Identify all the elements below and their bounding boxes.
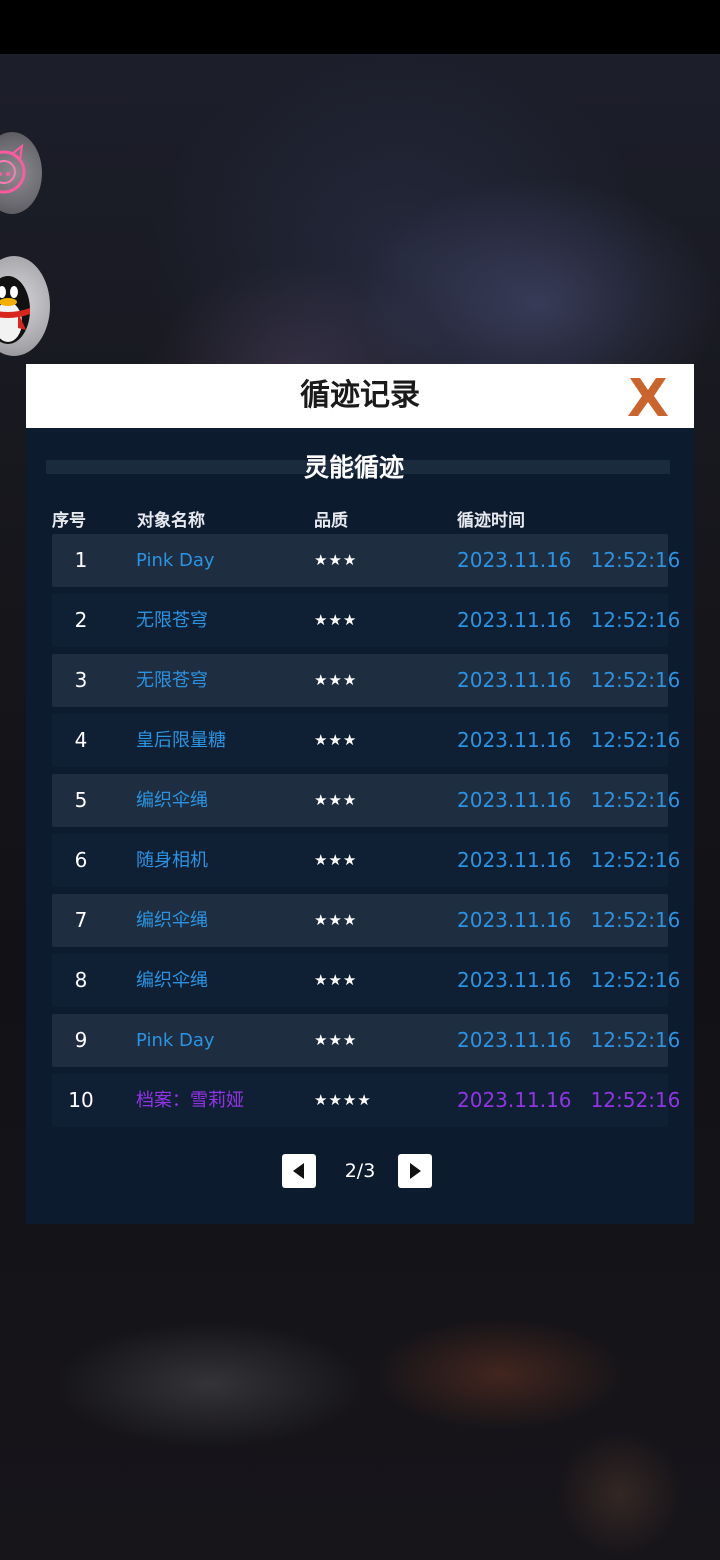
next-page-button[interactable] <box>398 1154 432 1188</box>
page-indicator: 2/3 <box>344 1160 376 1182</box>
column-header-time: 循迹时间 <box>457 511 525 531</box>
row-trace-time: 2023.11.16 12:52:16 <box>457 1088 681 1112</box>
row-trace-time: 2023.11.16 12:52:16 <box>457 848 681 872</box>
pig-avatar-icon[interactable] <box>0 132 42 214</box>
close-icon <box>628 378 668 416</box>
table-row: 3 无限苍穹 ★★★ 2023.11.16 12:52:16 <box>52 654 680 707</box>
column-header-name: 对象名称 <box>137 511 205 531</box>
row-trace-time: 2023.11.16 12:52:16 <box>457 728 681 752</box>
table-row: 10 档案：雪莉娅 ★★★★ 2023.11.16 12:52:16 <box>52 1074 680 1127</box>
row-index: 10 <box>68 1088 94 1112</box>
table-row: 8 编织伞绳 ★★★ 2023.11.16 12:52:16 <box>52 954 680 1007</box>
row-item-name: 无限苍穹 <box>136 610 208 631</box>
prev-page-button[interactable] <box>282 1154 316 1188</box>
triangle-left-icon <box>293 1163 304 1179</box>
row-item-name: 编织伞绳 <box>136 910 208 931</box>
table-row: 7 编织伞绳 ★★★ 2023.11.16 12:52:16 <box>52 894 680 947</box>
row-trace-time: 2023.11.16 12:52:16 <box>457 968 681 992</box>
row-index: 3 <box>74 668 88 692</box>
row-index: 1 <box>74 548 88 572</box>
row-quality-stars: ★★★ <box>314 791 358 809</box>
table-row: 5 编织伞绳 ★★★ 2023.11.16 12:52:16 <box>52 774 680 827</box>
row-item-name: 编织伞绳 <box>136 970 208 991</box>
row-item-name: 档案：雪莉娅 <box>136 1090 244 1111</box>
row-quality-stars: ★★★ <box>314 731 358 749</box>
row-quality-stars: ★★★ <box>314 971 358 989</box>
row-index: 2 <box>74 608 88 632</box>
dialog-title: 循迹记录 <box>300 378 420 413</box>
table-row: 9 Pink Day ★★★ 2023.11.16 12:52:16 <box>52 1014 680 1067</box>
row-index: 6 <box>74 848 88 872</box>
status-bar <box>0 0 720 54</box>
row-quality-stars: ★★★ <box>314 1031 358 1049</box>
row-item-name: 皇后限量糖 <box>136 730 226 751</box>
section-title: 灵能循迹 <box>303 453 404 482</box>
table-row: 4 皇后限量糖 ★★★ 2023.11.16 12:52:16 <box>52 714 680 767</box>
row-item-name: 无限苍穹 <box>136 670 208 691</box>
row-item-name: 编织伞绳 <box>136 790 208 811</box>
row-quality-stars: ★★★ <box>314 611 358 629</box>
row-trace-time: 2023.11.16 12:52:16 <box>457 1028 681 1052</box>
row-trace-time: 2023.11.16 12:52:16 <box>457 608 681 632</box>
row-index: 9 <box>74 1028 88 1052</box>
row-quality-stars: ★★★ <box>314 551 358 569</box>
table-row: 6 随身相机 ★★★ 2023.11.16 12:52:16 <box>52 834 680 887</box>
row-index: 7 <box>74 908 88 932</box>
row-quality-stars: ★★★ <box>314 911 358 929</box>
row-trace-time: 2023.11.16 12:52:16 <box>457 788 681 812</box>
row-trace-time: 2023.11.16 12:52:16 <box>457 908 681 932</box>
penguin-avatar-icon[interactable] <box>0 256 50 356</box>
row-quality-stars: ★★★ <box>314 851 358 869</box>
row-trace-time: 2023.11.16 12:52:16 <box>457 548 681 572</box>
table-row: 2 无限苍穹 ★★★ 2023.11.16 12:52:16 <box>52 594 680 647</box>
table-row: 1 Pink Day ★★★ 2023.11.16 12:52:16 <box>52 534 680 587</box>
row-trace-time: 2023.11.16 12:52:16 <box>457 668 681 692</box>
row-index: 5 <box>74 788 88 812</box>
pagination: 2/3 <box>26 1154 694 1190</box>
close-button[interactable] <box>624 374 672 420</box>
row-quality-stars: ★★★ <box>314 671 358 689</box>
row-quality-stars: ★★★★ <box>314 1091 372 1109</box>
row-index: 4 <box>74 728 88 752</box>
column-header-quality: 品质 <box>314 511 348 531</box>
row-item-name: Pink Day <box>136 550 215 571</box>
row-item-name: Pink Day <box>136 1030 215 1051</box>
trace-record-dialog: 循迹记录 灵能循迹 序号 对象名称 品质 循迹时间 1 Pink Day ★★★… <box>26 364 694 1224</box>
column-header-index: 序号 <box>52 511 86 531</box>
row-index: 8 <box>74 968 88 992</box>
row-item-name: 随身相机 <box>136 850 208 871</box>
triangle-right-icon <box>410 1163 421 1179</box>
